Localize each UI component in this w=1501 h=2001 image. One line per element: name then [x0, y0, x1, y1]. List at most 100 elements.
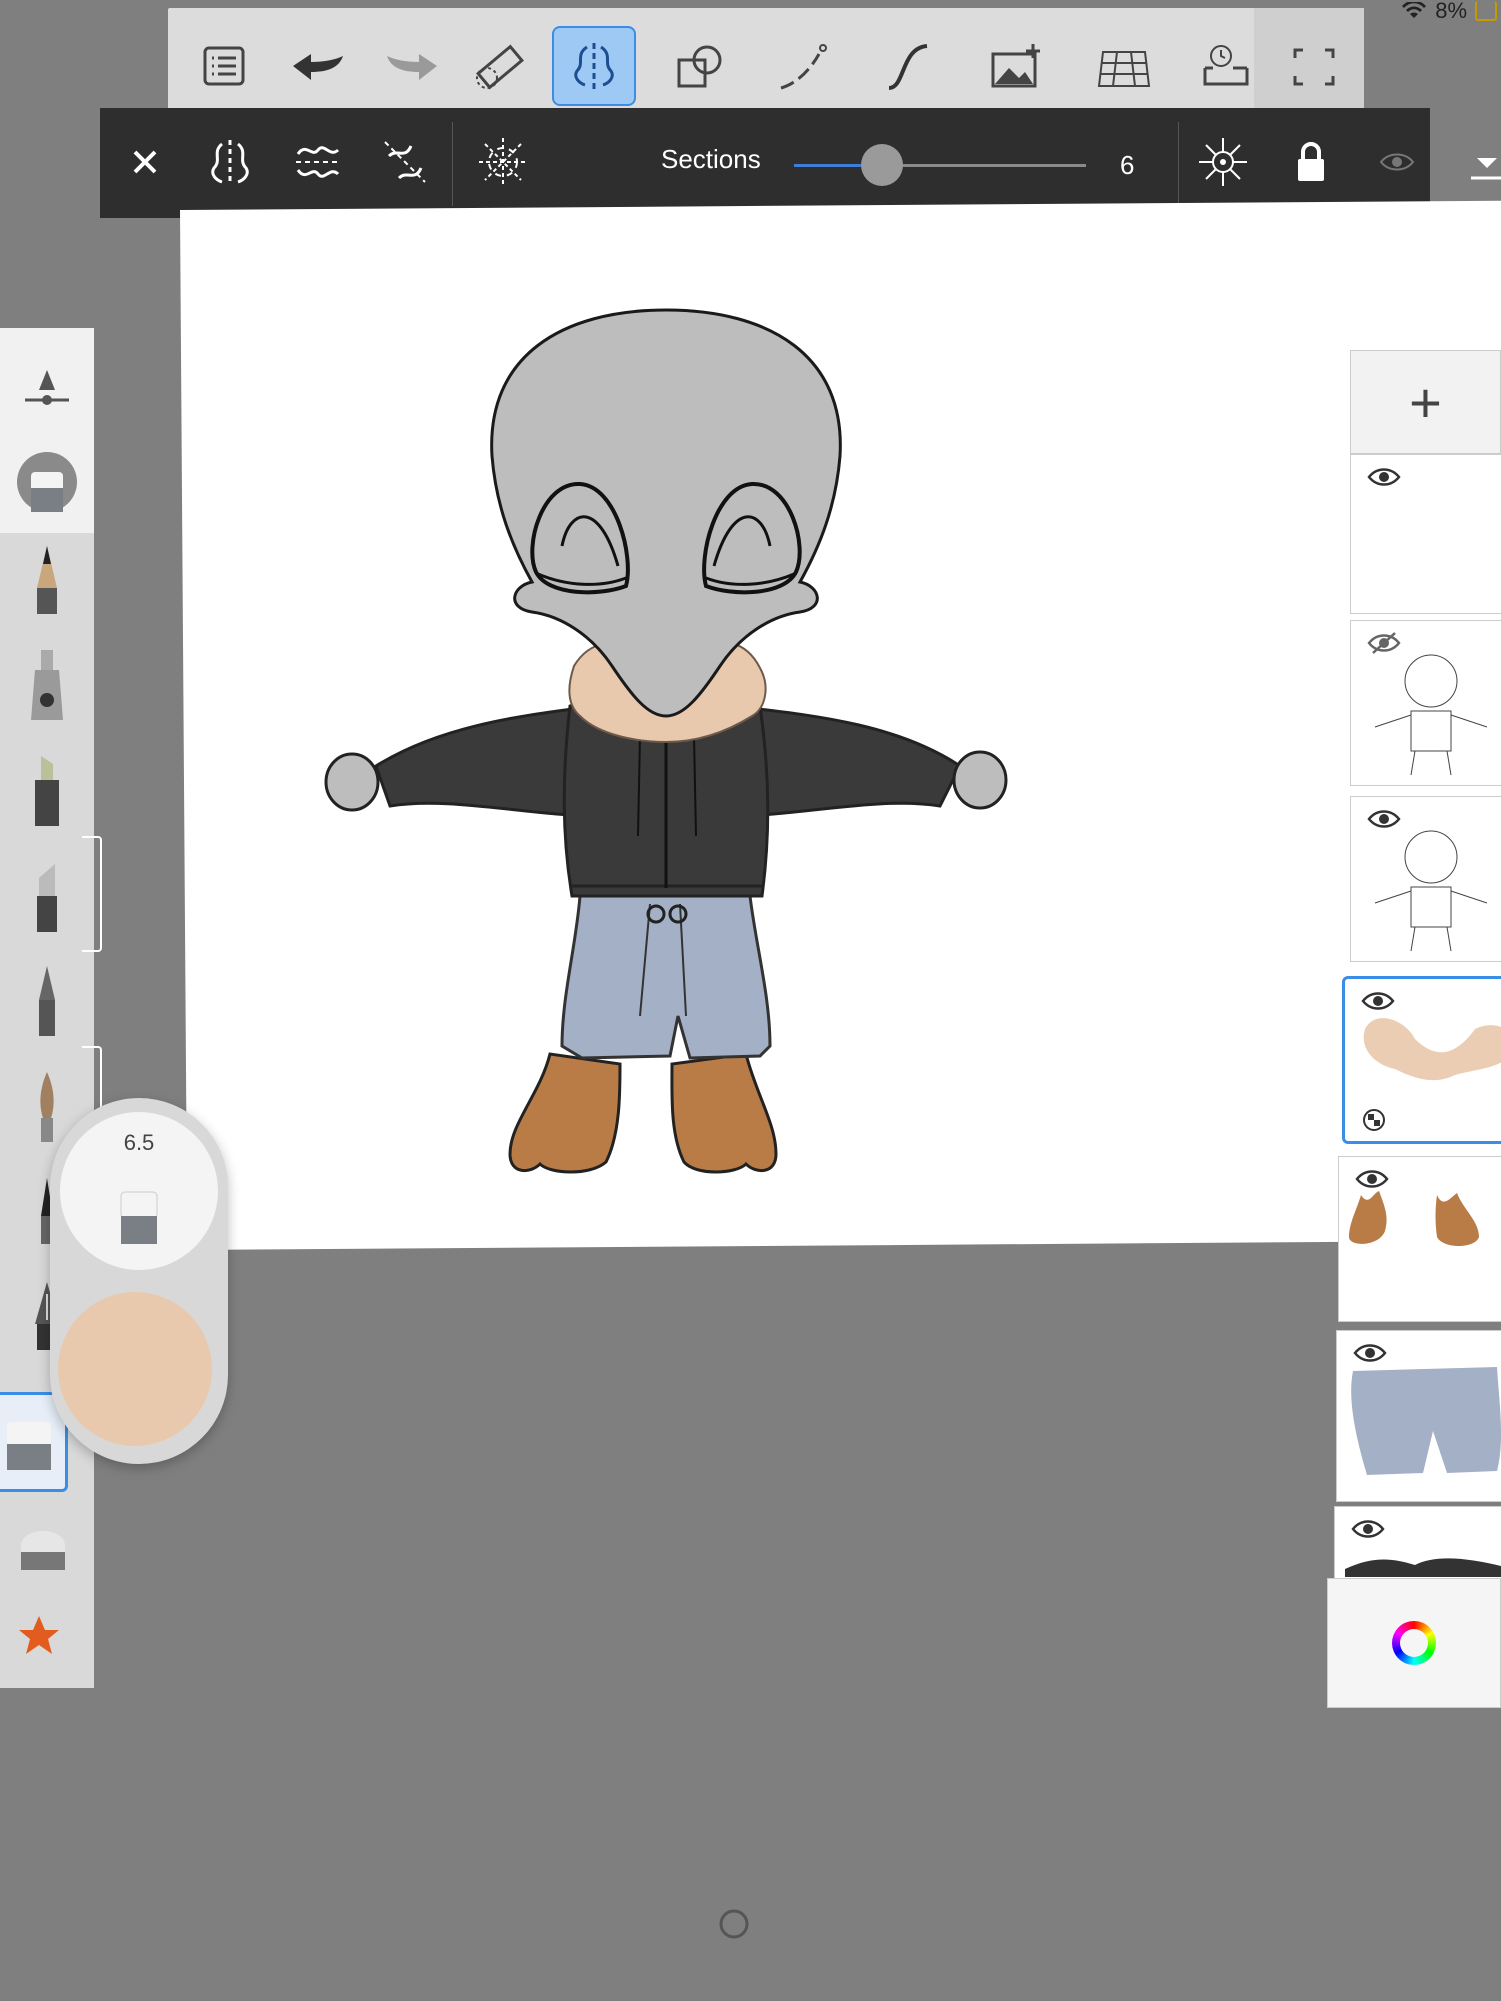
close-icon	[133, 150, 157, 174]
ink-pen-icon	[39, 966, 55, 1036]
menu-list-button[interactable]	[182, 26, 266, 108]
brush-chisel[interactable]	[0, 846, 94, 946]
brush-ink-pen[interactable]	[0, 950, 94, 1050]
opacity-slider-icon	[25, 370, 69, 405]
brush-size-value: 6.5	[123, 1130, 155, 1155]
eye-icon[interactable]	[1367, 465, 1401, 489]
center-target-icon	[1199, 138, 1247, 186]
eye-icon	[1379, 153, 1415, 171]
sections-slider-knob[interactable]	[860, 144, 903, 186]
symmetry-icon	[574, 43, 614, 89]
color-picker-button[interactable]	[1327, 1578, 1501, 1708]
fullscreen-button[interactable]	[1272, 26, 1356, 108]
brush-puck[interactable]: 6.5	[50, 1098, 228, 1464]
fullscreen-icon	[1293, 48, 1335, 86]
close-symmetry-button[interactable]	[110, 126, 180, 198]
sections-slider[interactable]	[794, 164, 1086, 167]
visibility-button[interactable]	[1362, 126, 1432, 198]
sections-value: 6	[1120, 150, 1135, 180]
character-drawing	[324, 308, 1008, 1174]
layer-boots[interactable]	[1338, 1156, 1501, 1322]
layers-panel: +	[1334, 350, 1501, 1710]
brush-palette	[0, 328, 102, 1688]
airbrush-icon	[31, 650, 63, 720]
brush-group-bracket	[82, 836, 102, 952]
eraser-icon	[120, 1191, 158, 1244]
mirror-icon	[211, 140, 249, 184]
diagonal-symmetry-button[interactable]	[370, 126, 440, 198]
brush-eraser-top[interactable]	[0, 432, 94, 532]
layer-skin-selected[interactable]	[1342, 976, 1501, 1144]
add-image-button[interactable]	[974, 26, 1058, 108]
ruler-icon	[476, 44, 524, 90]
battery-percent: 8%	[1435, 0, 1467, 23]
favorites-button[interactable]	[0, 1584, 94, 1684]
main-toolbar	[168, 8, 1364, 124]
lock-button[interactable]	[1276, 126, 1346, 198]
mirror-symmetry-button[interactable]	[195, 126, 265, 198]
marker-icon	[35, 756, 59, 826]
eraser-icon	[6, 1422, 51, 1470]
timelapse-icon	[1203, 45, 1249, 86]
perspective-grid-icon	[1097, 51, 1151, 87]
line-tool-button[interactable]	[762, 26, 846, 108]
perspective-grid-button[interactable]	[1082, 26, 1166, 108]
symmetry-tool-button[interactable]	[552, 26, 636, 106]
undo-arrow-icon	[293, 54, 343, 80]
eraser-icon	[17, 452, 77, 512]
layer-thumbnail	[1349, 1191, 1479, 1246]
chevron-down-icon	[1471, 158, 1501, 180]
sections-label: Sections	[661, 144, 761, 174]
layer-sketch-hidden[interactable]	[1350, 620, 1501, 786]
separator	[452, 122, 453, 206]
chisel-icon	[37, 864, 57, 932]
redo-button[interactable]	[370, 26, 454, 108]
top-grabber	[748, 0, 788, 13]
diagonal-symmetry-icon	[384, 141, 426, 183]
layer-empty[interactable]	[1350, 454, 1501, 614]
layer-thumbnail	[1351, 1367, 1501, 1475]
timelapse-button[interactable]	[1186, 26, 1270, 108]
battery-icon	[1475, 1, 1497, 21]
lock-icon	[1298, 142, 1324, 181]
shapes-button[interactable]	[658, 26, 742, 108]
wave-icon	[296, 146, 340, 178]
layer-jeans[interactable]	[1336, 1330, 1501, 1502]
brush-soft-eraser[interactable]	[0, 1496, 94, 1596]
brush-marker[interactable]	[0, 740, 94, 840]
star-icon	[19, 1616, 59, 1654]
add-layer-button[interactable]: +	[1350, 350, 1501, 454]
curve-icon	[888, 44, 928, 90]
redo-arrow-icon	[387, 54, 437, 80]
collapse-button[interactable]	[1452, 126, 1501, 198]
separator	[1178, 122, 1179, 206]
symmetry-center-button[interactable]	[1188, 126, 1258, 198]
radial-symmetry-button[interactable]	[468, 126, 538, 198]
color-wheel-icon	[1392, 1621, 1436, 1665]
layer-partial[interactable]	[1334, 1506, 1501, 1586]
radial-symmetry-icon	[479, 138, 527, 186]
image-add-icon	[991, 44, 1040, 88]
layer-thumbnail	[1374, 830, 1488, 952]
pencil-icon	[37, 546, 57, 614]
current-color-swatch[interactable]	[58, 1292, 212, 1446]
brush-size-control[interactable]: 6.5	[60, 1112, 218, 1270]
brush-pencil[interactable]	[0, 528, 94, 628]
wave-symmetry-button[interactable]	[283, 126, 353, 198]
line-icon	[780, 44, 827, 90]
status-bar: 8%	[1401, 0, 1501, 23]
shapes-icon	[677, 45, 722, 88]
canvas-rotate-icon[interactable]	[716, 1906, 752, 1942]
symmetry-options-bar: Sections 6	[100, 108, 1501, 218]
curve-tool-button[interactable]	[866, 26, 950, 108]
list-icon	[203, 46, 245, 86]
wifi-icon	[1402, 2, 1427, 18]
brush-airbrush[interactable]	[0, 634, 94, 734]
layer-sketch[interactable]	[1350, 796, 1501, 962]
undo-button[interactable]	[276, 26, 360, 108]
soft-eraser-icon	[21, 1531, 65, 1570]
layer-thumbnail	[1374, 654, 1488, 776]
ruler-button[interactable]	[458, 26, 542, 108]
alpha-lock-icon[interactable]	[1363, 1109, 1385, 1131]
opacity-control[interactable]	[0, 338, 94, 438]
